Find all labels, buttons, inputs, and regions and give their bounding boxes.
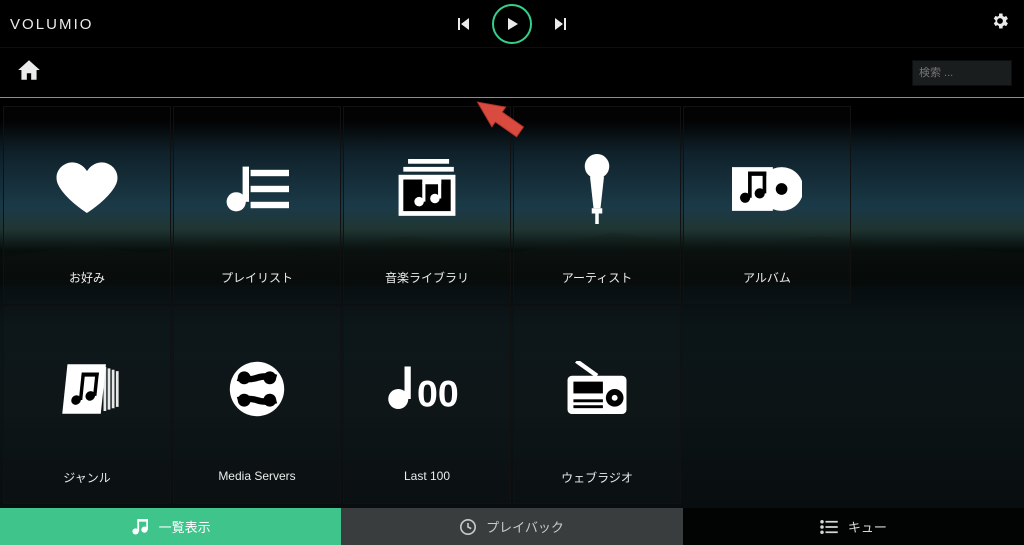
footer-tab-playback[interactable]: プレイバック bbox=[341, 508, 682, 545]
tile-artists[interactable]: アーティスト bbox=[513, 106, 681, 304]
tile-last-100[interactable]: 00 Last 100 bbox=[343, 306, 511, 504]
browse-content: お好み プレイリスト 音楽ライブラリ アーティスト bbox=[0, 98, 1024, 506]
tile-label: アルバム bbox=[743, 269, 791, 286]
tile-label: ジャンル bbox=[63, 469, 110, 486]
playlist-icon bbox=[225, 153, 289, 225]
music-note-icon bbox=[131, 519, 149, 535]
album-icon bbox=[732, 153, 802, 225]
tile-label: 音楽ライブラリ bbox=[385, 269, 469, 286]
next-track-button[interactable] bbox=[550, 13, 572, 35]
tile-label: お好み bbox=[69, 269, 105, 286]
home-button[interactable] bbox=[16, 57, 42, 88]
tile-web-radio[interactable]: ウェブラジオ bbox=[513, 306, 681, 504]
tile-media-servers[interactable]: Media Servers bbox=[173, 306, 341, 504]
footer-tab-browse[interactable]: 一覧表示 bbox=[0, 508, 341, 545]
list-icon bbox=[820, 520, 838, 534]
media-server-icon bbox=[225, 353, 289, 425]
tile-favorites[interactable]: お好み bbox=[3, 106, 171, 304]
radio-icon bbox=[564, 353, 630, 425]
search-input[interactable] bbox=[919, 67, 1005, 79]
tile-albums[interactable]: アルバム bbox=[683, 106, 851, 304]
brand-logo[interactable]: VOLUMIO bbox=[10, 13, 160, 35]
previous-track-button[interactable] bbox=[452, 13, 474, 35]
footer-tab-label: プレイバック bbox=[486, 517, 564, 536]
tile-label: Media Servers bbox=[218, 469, 295, 483]
settings-button[interactable] bbox=[990, 11, 1010, 36]
sub-bar bbox=[0, 48, 1024, 98]
footer-tab-queue[interactable]: キュー bbox=[683, 508, 1024, 545]
clock-icon bbox=[460, 519, 476, 535]
music-library-icon bbox=[395, 153, 459, 225]
microphone-icon bbox=[575, 153, 619, 225]
tile-label: アーティスト bbox=[562, 269, 633, 286]
tile-grid: お好み プレイリスト 音楽ライブラリ アーティスト bbox=[2, 106, 1020, 506]
tile-label: プレイリスト bbox=[221, 269, 293, 286]
footer-tab-label: 一覧表示 bbox=[159, 517, 211, 536]
footer-tabs: 一覧表示 プレイバック キュー bbox=[0, 508, 1024, 545]
tile-genres[interactable]: ジャンル bbox=[3, 306, 171, 504]
footer-tab-label: キュー bbox=[848, 517, 887, 536]
play-button[interactable] bbox=[492, 4, 532, 44]
svg-text:VOLUMIO: VOLUMIO bbox=[10, 15, 94, 32]
top-bar: VOLUMIO bbox=[0, 0, 1024, 48]
svg-text:00: 00 bbox=[417, 373, 459, 415]
tile-music-library[interactable]: 音楽ライブラリ bbox=[343, 106, 511, 304]
transport-controls bbox=[452, 4, 572, 44]
genre-icon bbox=[54, 353, 120, 425]
tile-playlists[interactable]: プレイリスト bbox=[173, 106, 341, 304]
tile-label: Last 100 bbox=[404, 469, 450, 483]
last-100-icon: 00 bbox=[387, 353, 467, 425]
search-box[interactable] bbox=[912, 60, 1012, 86]
tile-label: ウェブラジオ bbox=[561, 469, 633, 486]
heart-icon bbox=[55, 153, 119, 225]
